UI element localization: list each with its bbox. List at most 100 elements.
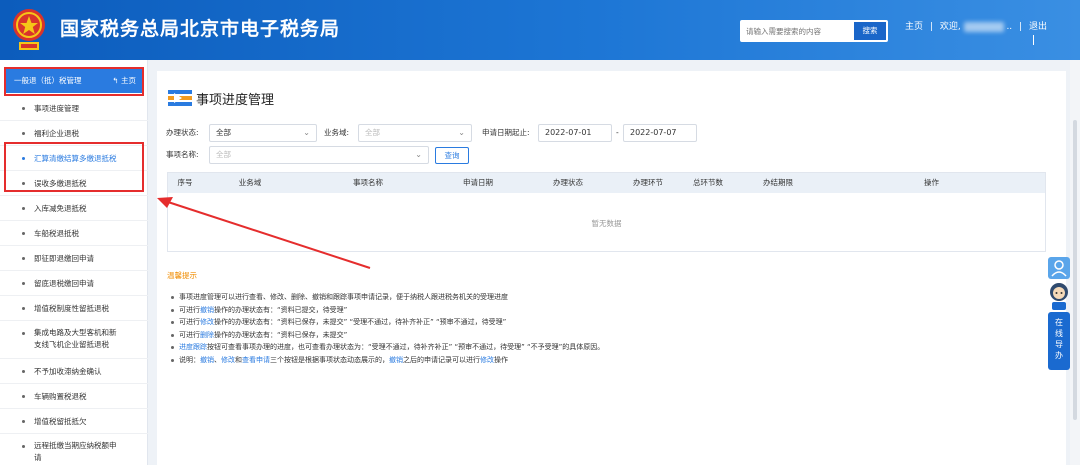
site-title: 国家税务总局北京市电子税务局 — [60, 18, 341, 40]
tips-list: 事项进度管理可以进行查看、修改、删除、撤销和跟踪事项申请记录，便于纳税人跟进税务… — [171, 291, 1041, 366]
tip-text: 说明： — [179, 355, 200, 364]
column-header: 办结期限 — [763, 178, 793, 187]
column-header: 办理状态 — [553, 178, 583, 187]
tip-text: 事项进度管理可以进行查看、修改、删除、撤销和跟踪事项申请记录，便于纳税人跟进税务… — [179, 293, 508, 301]
sidebar-item-instant-refund[interactable]: 即征即退缴回申请 — [0, 246, 148, 271]
online-guide-button[interactable]: 在线导办 — [1048, 312, 1070, 370]
tip-text: 三个按钮是根据事项状态动态展示的， — [270, 355, 389, 364]
bullet-icon — [22, 332, 25, 335]
tip-link[interactable]: 修改 — [221, 356, 235, 364]
query-button[interactable]: 查询 — [435, 147, 469, 164]
tip-item: 事项进度管理可以进行查看、修改、删除、撤销和跟踪事项申请记录，便于纳税人跟进税务… — [171, 291, 1041, 304]
sidebar-item-label: 远程抵缴当期应纳税额申 — [34, 441, 117, 450]
tip-link[interactable]: 进度跟踪 — [179, 343, 207, 351]
annotation-box-items — [4, 142, 144, 192]
sidebar-item-deposit-relief[interactable]: 入库减免退抵税 — [0, 196, 148, 221]
welcome-text: 欢迎, — [939, 22, 961, 32]
page-title-icon — [168, 90, 192, 106]
date-range-separator: - — [616, 128, 619, 137]
bullet-icon — [22, 420, 25, 423]
domain-select-value: 全部 — [365, 128, 380, 137]
sidebar-item-remote-offset[interactable]: 远程抵缴当期应纳税额申请 — [0, 434, 148, 465]
sidebar-item-late-fee[interactable]: 不予加收滞纳金确认 — [0, 359, 148, 384]
tip-link[interactable]: 查看申请 — [242, 356, 270, 364]
tip-link[interactable]: 撤销 — [200, 356, 214, 364]
sidebar-item-retained-refund[interactable]: 留底退税缴回申请 — [0, 271, 148, 296]
tip-link[interactable]: 删除 — [200, 331, 214, 339]
sidebar-item-label: 入库减免退抵税 — [34, 204, 87, 213]
tip-link[interactable]: 修改 — [480, 356, 494, 364]
chevron-down-icon: ⌄ — [415, 150, 422, 159]
bullet-icon — [22, 282, 25, 285]
search-input[interactable] — [740, 20, 852, 42]
sidebar-item-label: 事项进度管理 — [34, 104, 79, 113]
sidebar-item-label: 不予加收滞纳金确认 — [34, 367, 102, 376]
main-panel: 事项进度管理 办理状态: 全部 ⌄ 业务域: 全部 ⌄ 申请日期起止: 2022… — [157, 71, 1066, 465]
sidebar-item-ic-aircraft[interactable]: 集成电路及大型客机和新 支线飞机企业留抵退税 — [0, 321, 148, 359]
date-end-input[interactable]: 2022-07-07 — [623, 124, 697, 142]
sidebar-item-progress[interactable]: 事项进度管理 — [0, 96, 148, 121]
tax-emblem-logo — [13, 9, 45, 50]
search-button[interactable]: 搜索 — [854, 22, 886, 40]
sidebar-item-label: 增值税制度性留抵退税 — [34, 304, 109, 313]
tip-link[interactable]: 修改 — [200, 318, 214, 326]
bullet-icon — [22, 132, 25, 135]
home-link[interactable]: 主页 — [905, 19, 923, 32]
domain-label: 业务域: — [324, 128, 350, 137]
sidebar: 一般退（抵）税管理 ↰ 主页 事项进度管理 福利企业退税 汇算清缴结算多缴退抵税… — [0, 60, 148, 465]
sidebar-item-label: 留底退税缴回申请 — [34, 279, 94, 288]
empty-state-text: 暂无数据 — [591, 219, 622, 228]
tip-link[interactable]: 撤销 — [389, 356, 403, 364]
status-select-value: 全部 — [216, 128, 231, 137]
bullet-icon — [22, 107, 25, 110]
item-name-select-value: 全部 — [216, 150, 231, 159]
sidebar-item-label-line2: 支线飞机企业留抵退税 — [34, 340, 109, 349]
tip-item: 说明：撤销、修改和查看申请三个按钮是根据事项状态动态展示的，撤销之后的申请记录可… — [171, 354, 1041, 367]
sidebar-item-label: 集成电路及大型客机和新 — [34, 328, 117, 337]
tip-item: 可进行撤销操作的办理状态有：“资料已提交，待受理” — [171, 304, 1041, 317]
sidebar-item-label: 增值税留抵抵欠 — [34, 417, 87, 426]
bullet-icon — [22, 307, 25, 310]
bullet-icon — [22, 445, 25, 448]
sidebar-item-label-line2: 请 — [34, 453, 42, 462]
sidebar-item-vehicle-purchase[interactable]: 车辆购置税退税 — [0, 384, 148, 409]
assistant-robot-icon[interactable] — [1046, 281, 1072, 311]
column-header: 事项名称 — [353, 178, 383, 187]
status-label: 办理状态: — [166, 128, 199, 137]
online-guide-label: 在线导办 — [1055, 318, 1063, 360]
tip-text: 操作 — [494, 355, 508, 364]
sidebar-item-label: 车船税退抵税 — [34, 229, 79, 238]
divider-line — [1033, 35, 1034, 45]
chevron-down-icon: ⌄ — [458, 128, 465, 137]
sidebar-item-vehicle-vessel[interactable]: 车船税退抵税 — [0, 221, 148, 246]
tip-text: 操作的办理状态有：“资料已保存，未提交” “受理不通过，待补齐补正” “预审不通… — [214, 318, 507, 326]
date-start-input[interactable]: 2022-07-01 — [538, 124, 612, 142]
column-header: 申请日期 — [463, 178, 493, 187]
bullet-icon — [22, 257, 25, 260]
item-name-select[interactable]: 全部 ⌄ — [209, 146, 429, 164]
tip-text: 操作的办理状态有：“资料已保存，未提交” — [214, 330, 348, 339]
bullet-icon — [22, 395, 25, 398]
divider: | — [1019, 22, 1023, 32]
tip-link[interactable]: 撤销 — [200, 306, 214, 314]
item-name-label: 事项名称: — [166, 150, 199, 159]
bullet-icon — [22, 207, 25, 210]
column-header: 操作 — [924, 178, 939, 187]
domain-select[interactable]: 全部 ⌄ — [358, 124, 472, 142]
status-select[interactable]: 全部 ⌄ — [209, 124, 317, 142]
divider: | — [929, 22, 933, 32]
page-title: 事项进度管理 — [196, 93, 275, 108]
tip-text: 可进行 — [179, 305, 200, 314]
float-user-button[interactable] — [1048, 257, 1070, 279]
sidebar-item-vat-offset[interactable]: 增值税留抵抵欠 — [0, 409, 148, 434]
column-header: 总环节数 — [693, 178, 723, 187]
user-icon — [1051, 260, 1067, 277]
sidebar-item-vat-retained[interactable]: 增值税制度性留抵退税 — [0, 296, 148, 321]
scrollbar-thumb[interactable] — [1073, 120, 1077, 420]
logout-link[interactable]: 退出 — [1029, 19, 1047, 32]
tips-title: 温馨提示 — [167, 271, 197, 280]
table-header: 序号 业务域 事项名称 申请日期 办理状态 办理环节 总环节数 办结期限 操作 — [168, 173, 1045, 193]
annotation-box-header — [4, 67, 144, 96]
column-header: 序号 — [177, 178, 193, 187]
date-range-label: 申请日期起止: — [482, 128, 530, 137]
